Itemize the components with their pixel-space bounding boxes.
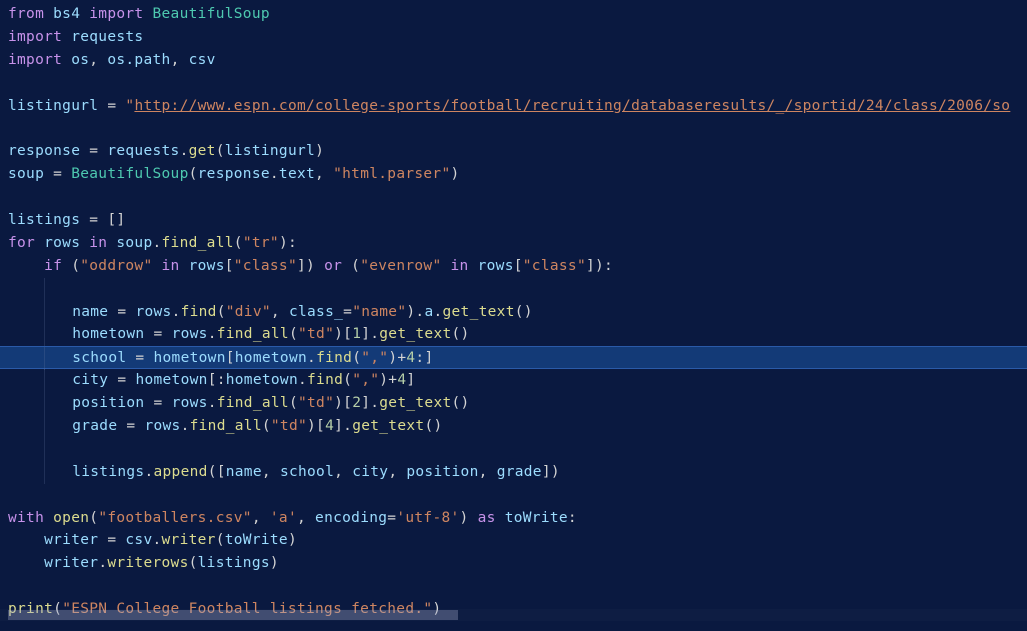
- code-line[interactable]: with open("footballers.csv", 'a', encodi…: [0, 507, 1027, 530]
- keyword-with: with: [8, 510, 44, 526]
- code-line[interactable]: grade = rows.find_all("td")[4].get_text(…: [0, 415, 1027, 438]
- fn-open: open: [53, 510, 89, 526]
- fn-get: get: [189, 143, 216, 159]
- var-towrite: toWrite: [505, 510, 568, 526]
- var-listings: listings: [8, 212, 80, 228]
- code-line-blank[interactable]: [0, 484, 1027, 507]
- code-line[interactable]: for rows in soup.find_all("tr"):: [0, 232, 1027, 255]
- module-os: os: [71, 52, 89, 68]
- fn-find-all: find_all: [162, 235, 234, 251]
- var-hometown: hometown: [72, 326, 144, 342]
- module-csv: csv: [189, 52, 216, 68]
- keyword-import: import: [8, 29, 62, 45]
- indent-guide: [44, 323, 45, 346]
- code-line[interactable]: position = rows.find_all("td")[2].get_te…: [0, 392, 1027, 415]
- var-response: response: [8, 143, 80, 159]
- code-line[interactable]: soup = BeautifulSoup(response.text, "htm…: [0, 163, 1027, 186]
- code-line[interactable]: writer = csv.writer(toWrite): [0, 529, 1027, 552]
- indent-guide: [44, 347, 45, 370]
- code-line[interactable]: listings.append([name, school, city, pos…: [0, 461, 1027, 484]
- var-school: school: [72, 350, 126, 366]
- keyword-as: as: [478, 510, 496, 526]
- code-line[interactable]: name = rows.find("div", class_="name").a…: [0, 301, 1027, 324]
- keyword-import: import: [89, 6, 143, 22]
- horizontal-scrollbar[interactable]: [0, 609, 1027, 621]
- keyword-if: if: [44, 258, 62, 274]
- var-name: name: [72, 304, 108, 320]
- code-line[interactable]: import os, os.path, csv: [0, 49, 1027, 72]
- code-line[interactable]: hometown = rows.find_all("td")[1].get_te…: [0, 323, 1027, 346]
- module-os-path: os.path: [107, 52, 170, 68]
- module-requests: requests: [71, 29, 143, 45]
- code-line-blank[interactable]: [0, 117, 1027, 140]
- url-string: http://www.espn.com/college-sports/footb…: [134, 98, 1010, 114]
- code-line[interactable]: city = hometown[:hometown.find(",")+4]: [0, 369, 1027, 392]
- code-line[interactable]: from bs4 import BeautifulSoup: [0, 3, 1027, 26]
- var-writer: writer: [44, 532, 98, 548]
- code-line-blank[interactable]: [0, 186, 1027, 209]
- keyword-import: import: [8, 52, 62, 68]
- code-line[interactable]: writer.writerows(listings): [0, 552, 1027, 575]
- code-line-blank[interactable]: [0, 438, 1027, 461]
- indent-guide: [44, 369, 45, 392]
- code-line[interactable]: listingurl = "http://www.espn.com/colleg…: [0, 95, 1027, 118]
- code-line-highlighted[interactable]: school = hometown[hometown.find(",")+4:]: [0, 346, 1027, 369]
- fn-writerows: writerows: [107, 555, 188, 571]
- indent-guide: [44, 438, 45, 461]
- var-grade: grade: [72, 418, 117, 434]
- keyword-or: or: [324, 258, 342, 274]
- code-line-blank[interactable]: [0, 278, 1027, 301]
- horizontal-scrollbar-thumb[interactable]: [8, 610, 458, 620]
- keyword-from: from: [8, 6, 44, 22]
- code-line-blank[interactable]: [0, 72, 1027, 95]
- var-rows: rows: [44, 235, 80, 251]
- class-beautifulsoup: BeautifulSoup: [71, 166, 188, 182]
- indent-guide: [44, 415, 45, 438]
- fn-append: append: [154, 464, 208, 480]
- indent-guide: [44, 392, 45, 415]
- string-parser: "html.parser": [333, 166, 450, 182]
- code-line[interactable]: if ("oddrow" in rows["class"]) or ("even…: [0, 255, 1027, 278]
- var-city: city: [72, 372, 108, 388]
- class-beautifulsoup: BeautifulSoup: [153, 6, 270, 22]
- module-bs4: bs4: [53, 6, 80, 22]
- keyword-in: in: [89, 235, 107, 251]
- code-line[interactable]: listings = []: [0, 209, 1027, 232]
- code-line-blank[interactable]: [0, 575, 1027, 598]
- code-line[interactable]: response = requests.get(listingurl): [0, 140, 1027, 163]
- indent-guide: [44, 301, 45, 324]
- var-position: position: [72, 395, 144, 411]
- var-listingurl: listingurl: [8, 98, 98, 114]
- code-editor[interactable]: from bs4 import BeautifulSoup import req…: [0, 3, 1027, 621]
- indent-guide: [44, 461, 45, 484]
- var-soup: soup: [8, 166, 44, 182]
- indent-guide: [44, 278, 45, 301]
- keyword-for: for: [8, 235, 35, 251]
- code-line[interactable]: import requests: [0, 26, 1027, 49]
